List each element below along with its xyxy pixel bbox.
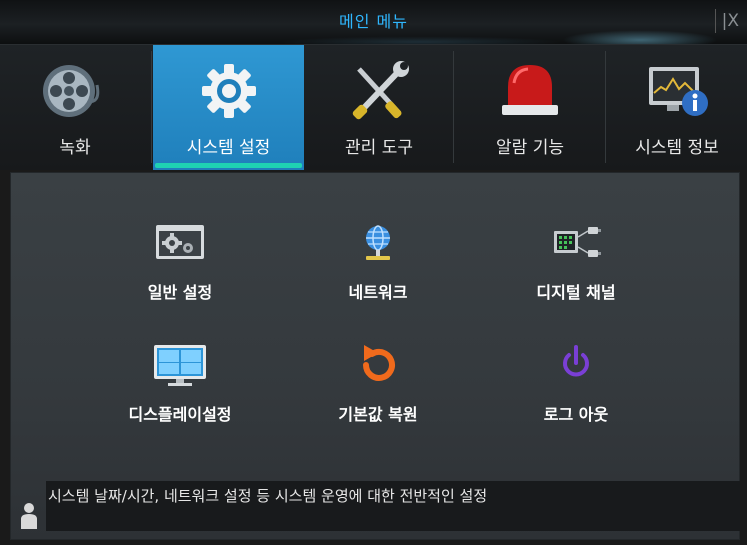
menu-item-general-settings-label: 일반 설정 [147, 283, 213, 302]
display-monitor-icon [150, 343, 210, 387]
tab-divider [151, 51, 152, 163]
alarm-light-icon [494, 61, 566, 121]
tab-divider [453, 51, 454, 163]
menu-item-display-settings-label: 디스플레이설정 [128, 405, 232, 424]
digital-channel-icon [546, 221, 606, 265]
general-settings-icon [150, 221, 210, 265]
gear-icon [193, 61, 265, 121]
main-menu-window: 메인 메뉴 |X 녹화 시스템 설정 관리 도구 알람 기능 시스템 정보 일반… [0, 0, 747, 545]
tab-divider [605, 51, 606, 163]
tab-system-info-label: 시스템 정보 [635, 138, 719, 158]
menu-item-logout-label: 로그 아웃 [543, 405, 609, 424]
power-logout-icon [546, 343, 606, 387]
tools-icon [343, 61, 415, 121]
tab-alarm-function[interactable]: 알람 기능 [455, 45, 605, 170]
status-bar: 시스템 날짜/시간, 네트워크 설정 등 시스템 운영에 대한 전반적인 설정 [14, 481, 740, 533]
tab-system-info[interactable]: 시스템 정보 [607, 45, 747, 170]
menu-item-general-settings[interactable]: 일반 설정 [95, 221, 265, 331]
title-bar: 메인 메뉴 |X [0, 0, 747, 45]
status-description: 시스템 날짜/시간, 네트워크 설정 등 시스템 운영에 대한 전반적인 설정 [48, 487, 488, 505]
tab-record[interactable]: 녹화 [0, 45, 150, 170]
menu-item-digital-channel-label: 디지털 채널 [536, 283, 616, 302]
tab-system-settings-label: 시스템 설정 [186, 138, 271, 158]
user-icon [16, 499, 42, 531]
menu-item-network-label: 네트워크 [348, 283, 408, 302]
menu-item-display-settings[interactable]: 디스플레이설정 [95, 343, 265, 453]
menu-item-restore-default-label: 기본값 복원 [338, 405, 418, 424]
film-reel-icon [39, 61, 111, 121]
menu-item-restore-default[interactable]: 기본값 복원 [293, 343, 463, 453]
tab-management-tools-label: 관리 도구 [345, 138, 413, 158]
menu-item-digital-channel[interactable]: 디지털 채널 [491, 221, 661, 331]
close-button[interactable]: |X [714, 9, 739, 33]
menu-item-network[interactable]: 네트워크 [293, 221, 463, 331]
tab-management-tools[interactable]: 관리 도구 [305, 45, 453, 170]
tab-alarm-function-label: 알람 기능 [496, 138, 564, 158]
system-info-icon [641, 61, 713, 121]
tab-bar: 녹화 시스템 설정 관리 도구 알람 기능 시스템 정보 [0, 45, 747, 170]
active-tab-indicator [155, 163, 302, 168]
restore-default-icon [348, 343, 408, 387]
tab-record-label: 녹화 [59, 138, 91, 158]
network-globe-icon [348, 221, 408, 265]
window-title: 메인 메뉴 [339, 12, 408, 31]
menu-item-logout[interactable]: 로그 아웃 [491, 343, 661, 453]
tab-system-settings[interactable]: 시스템 설정 [153, 45, 304, 170]
